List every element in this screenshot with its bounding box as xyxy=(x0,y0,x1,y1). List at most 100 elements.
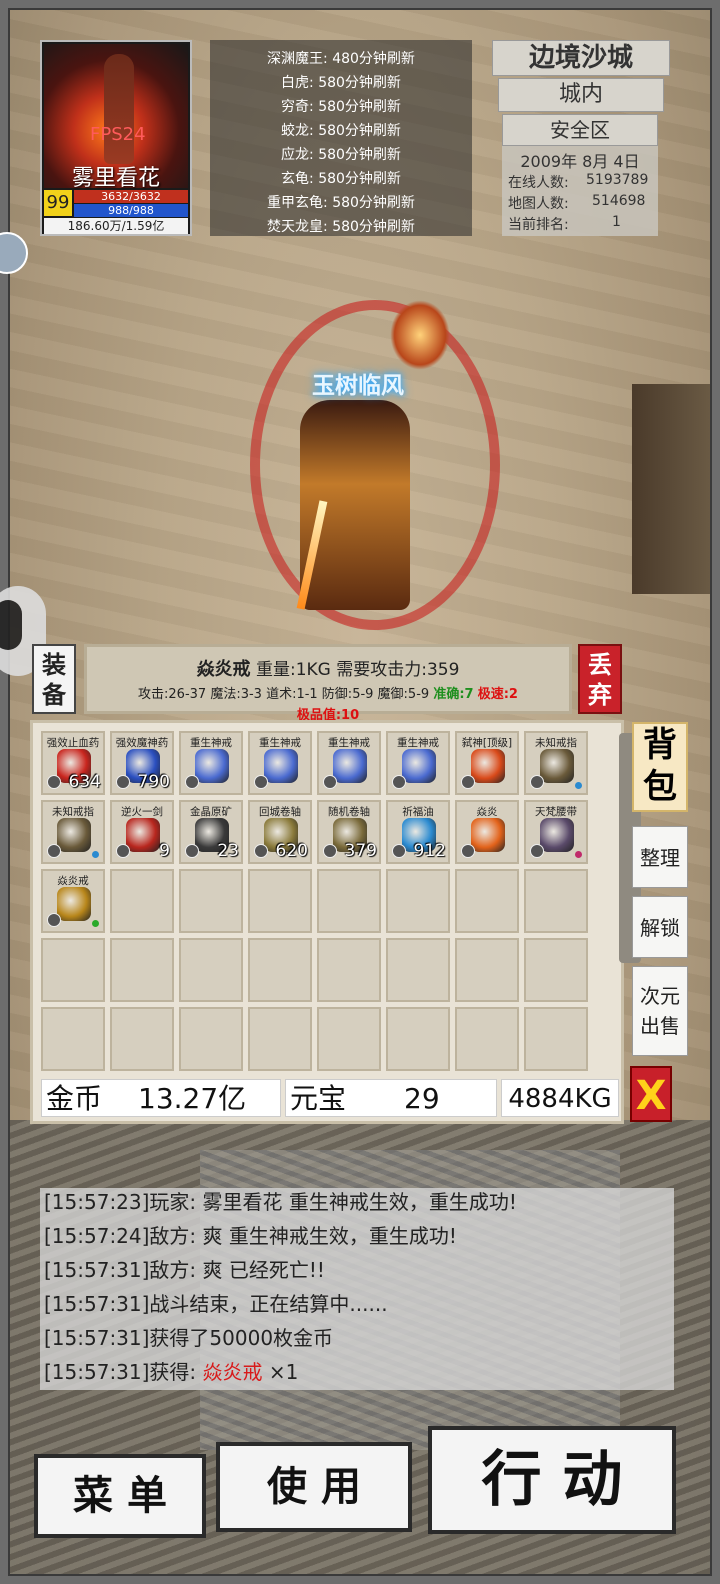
inventory-slot[interactable]: 焱炎戒 xyxy=(41,869,105,933)
empty-slot[interactable] xyxy=(248,869,312,933)
empty-slot[interactable] xyxy=(524,938,588,1002)
inventory-slot[interactable]: 天梵腰带 xyxy=(524,800,588,864)
yuanbao-box: 元宝 29 xyxy=(285,1079,497,1117)
item-title-line: 焱炎戒 重量:1KG 需要攻击力:359 xyxy=(87,655,569,681)
lock-icon xyxy=(392,844,406,858)
item-label: 重生神戒 xyxy=(328,737,370,749)
empty-slot[interactable] xyxy=(41,938,105,1002)
yuanbao-label: 元宝 xyxy=(290,1082,347,1115)
item-icon xyxy=(471,749,505,783)
empty-slot[interactable] xyxy=(248,1007,312,1071)
drop-label-2: 弃 xyxy=(588,681,612,709)
item-label: 重生神戒 xyxy=(397,737,439,749)
empty-slot[interactable] xyxy=(386,1007,450,1071)
inventory-slot[interactable]: 重生神戒 xyxy=(179,731,243,795)
item-icon xyxy=(540,749,574,783)
item-count: 620 xyxy=(275,841,308,861)
inventory-slot[interactable]: 重生神戒 xyxy=(317,731,381,795)
close-bag-button[interactable]: X xyxy=(630,1066,672,1122)
item-name: 焱炎戒 xyxy=(196,659,251,680)
empty-slot[interactable] xyxy=(386,869,450,933)
item-count: 9 xyxy=(159,841,170,861)
inventory-slot[interactable]: 焱炎 xyxy=(455,800,519,864)
mp-bar: 988/988 xyxy=(74,204,188,217)
inventory-slot[interactable]: 重生神戒 xyxy=(248,731,312,795)
lock-icon xyxy=(461,775,475,789)
empty-slot[interactable] xyxy=(110,869,174,933)
safety-status: 安全区 xyxy=(502,114,658,146)
boss-line: 焚天龙皇: 580分钟刷新 xyxy=(267,219,415,235)
battle-log[interactable]: [15:57:23]玩家: 雾里看花 重生神戒生效，重生成功! [15:57:2… xyxy=(40,1188,674,1390)
empty-slot[interactable] xyxy=(110,1007,174,1071)
empty-slot[interactable] xyxy=(179,1007,243,1071)
log-line: [15:57:31]战斗结束，正在结算中...... xyxy=(44,1292,388,1316)
inventory-slot[interactable]: 随机卷轴 379 xyxy=(317,800,381,864)
inventory-slot[interactable]: 逆火一剑 9 xyxy=(110,800,174,864)
sell-label-2: 出售 xyxy=(640,1014,680,1038)
log-item-highlight: 焱炎戒 xyxy=(202,1360,263,1384)
yuanbao-value: 29 xyxy=(404,1082,440,1115)
player-portrait[interactable]: FPS24 雾里看花 99 3632/3632 988/988 186.60万/… xyxy=(40,40,192,236)
equip-button[interactable]: 装 备 xyxy=(32,644,76,714)
empty-slot[interactable] xyxy=(179,938,243,1002)
drop-button[interactable]: 丢 弃 xyxy=(578,644,622,714)
empty-slot[interactable] xyxy=(455,869,519,933)
log-line: [15:57:31]获得: 焱炎戒 ×1 xyxy=(44,1360,299,1384)
exp-bar: 186.60万/1.59亿 xyxy=(44,218,188,234)
sort-button[interactable]: 整理 xyxy=(632,826,688,888)
empty-slot[interactable] xyxy=(41,1007,105,1071)
game-date: 2009年 8月 4日 xyxy=(520,152,640,171)
unlock-button[interactable]: 解锁 xyxy=(632,896,688,958)
portrait-figure xyxy=(104,54,134,164)
item-label: 弑神[顶级] xyxy=(461,737,513,749)
player-name: 雾里看花 xyxy=(71,166,160,191)
empty-slot[interactable] xyxy=(317,1007,381,1071)
inventory-slot[interactable]: 强效止血药 634 xyxy=(41,731,105,795)
empty-slot[interactable] xyxy=(455,938,519,1002)
inventory-slot[interactable]: 祈福油 912 xyxy=(386,800,450,864)
boss-refresh-list[interactable]: 深渊魔王: 480分钟刷新 白虎: 580分钟刷新 穷奇: 580分钟刷新 蛟龙… xyxy=(210,40,472,236)
character-name: 玉树临风 xyxy=(312,373,404,399)
quality-dot-icon xyxy=(92,851,99,858)
lock-icon xyxy=(47,844,61,858)
empty-slot[interactable] xyxy=(317,869,381,933)
inventory-slot[interactable]: 强效魔神药 790 xyxy=(110,731,174,795)
inventory-slot[interactable]: 回城卷轴 620 xyxy=(248,800,312,864)
boss-line: 深渊魔王: 480分钟刷新 xyxy=(267,51,415,67)
pet-sprite xyxy=(390,300,450,370)
dimension-sell-button[interactable]: 次元 出售 xyxy=(632,966,688,1056)
empty-slot[interactable] xyxy=(317,938,381,1002)
boss-line: 玄龟: 580分钟刷新 xyxy=(281,171,401,187)
use-button[interactable]: 使 用 xyxy=(216,1442,412,1532)
bag-tab-label-2: 包 xyxy=(643,767,677,807)
item-label: 回城卷轴 xyxy=(259,806,301,818)
inventory-slot[interactable]: 重生神戒 xyxy=(386,731,450,795)
inventory-slot[interactable]: 未知戒指 xyxy=(41,800,105,864)
empty-slot[interactable] xyxy=(524,1007,588,1071)
character-sprite[interactable] xyxy=(300,400,410,610)
bag-tab[interactable]: 背 包 xyxy=(632,722,688,812)
action-button[interactable]: 行 动 xyxy=(428,1426,676,1534)
item-count: 23 xyxy=(217,841,239,861)
empty-slot[interactable] xyxy=(110,938,174,1002)
menu-button[interactable]: 菜 单 xyxy=(34,1454,206,1538)
boss-line: 重甲玄龟: 580分钟刷新 xyxy=(267,195,415,211)
empty-slot[interactable] xyxy=(179,869,243,933)
lock-icon xyxy=(254,775,268,789)
item-label: 逆火一剑 xyxy=(121,806,163,818)
sell-label-1: 次元 xyxy=(640,984,680,1008)
empty-slot[interactable] xyxy=(524,869,588,933)
inventory-slot[interactable]: 弑神[顶级] xyxy=(455,731,519,795)
boss-line: 穷奇: 580分钟刷新 xyxy=(281,99,401,115)
item-label: 未知戒指 xyxy=(535,737,577,749)
item-icon xyxy=(264,749,298,783)
inventory-slot[interactable]: 金晶原矿 23 xyxy=(179,800,243,864)
empty-slot[interactable] xyxy=(248,938,312,1002)
item-accuracy: 准确:7 xyxy=(433,687,474,702)
inventory-slot[interactable]: 未知戒指 xyxy=(524,731,588,795)
empty-slot[interactable] xyxy=(386,938,450,1002)
map-name: 边境沙城 xyxy=(492,40,670,76)
log-line: [15:57:24]敌方: 爽 重生神戒生效，重生成功! xyxy=(44,1224,457,1248)
item-count: 912 xyxy=(413,841,446,861)
empty-slot[interactable] xyxy=(455,1007,519,1071)
